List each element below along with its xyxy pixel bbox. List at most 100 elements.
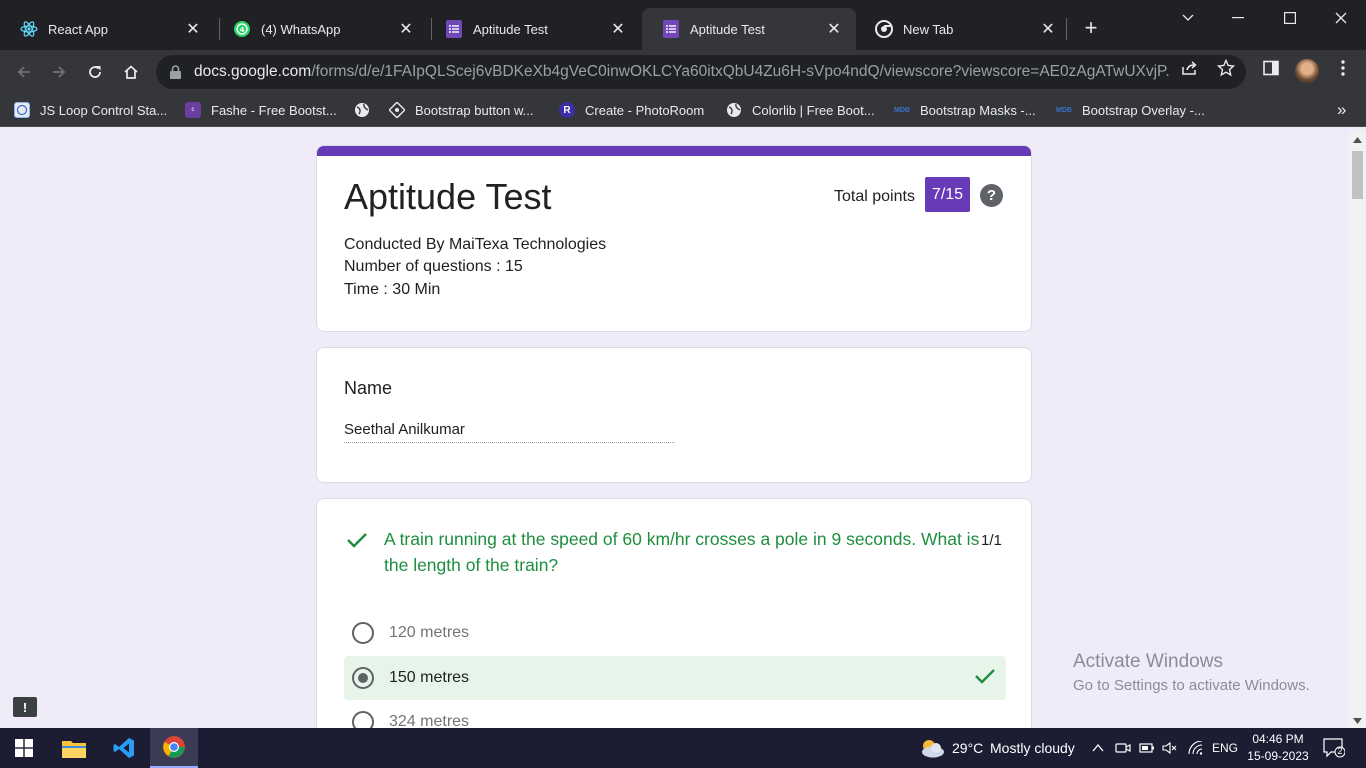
- tab-title: React App: [48, 21, 108, 37]
- option-row[interactable]: 120 metres: [344, 611, 1006, 655]
- page-scrollbar[interactable]: [1349, 131, 1366, 728]
- form-description-line: Conducted By MaiTexa Technologies: [344, 236, 607, 253]
- language-indicator[interactable]: ENG: [1212, 728, 1238, 768]
- form-header-card: Aptitude Test Total points 7/15 ? Conduc…: [316, 145, 1032, 332]
- svg-text:4: 4: [240, 26, 245, 34]
- bookmark-star-icon[interactable]: [1216, 58, 1236, 78]
- bookmarks-bar: JS Loop Control Sta... c Fashe - Free Bo…: [0, 94, 1366, 127]
- menu-kebab-icon[interactable]: [1333, 58, 1353, 78]
- google-forms-icon: [662, 20, 680, 38]
- tab-new-tab[interactable]: New Tab ✕: [855, 8, 1070, 50]
- radio-button-selected[interactable]: [352, 667, 374, 689]
- name-answer: Seethal Anilkumar: [344, 421, 465, 438]
- forward-arrow-icon[interactable]: [45, 58, 73, 86]
- bookmark-label: Fashe - Free Bootst...: [211, 102, 337, 118]
- bookmark-label: JS Loop Control Sta...: [40, 102, 168, 118]
- share-icon[interactable]: [1180, 58, 1200, 78]
- browser-toolbar: docs.google.com/forms/d/e/1FAIpQLScej6vB…: [0, 50, 1366, 94]
- meet-now-icon[interactable]: [1114, 739, 1132, 757]
- notification-count: 2: [1337, 746, 1343, 756]
- bookmark-bootstrap-button[interactable]: Bootstrap button w...: [389, 99, 534, 121]
- tab-aptitude-test-1[interactable]: Aptitude Test ✕: [425, 8, 640, 50]
- scroll-thumb[interactable]: [1352, 151, 1363, 199]
- lock-icon[interactable]: [170, 65, 184, 79]
- chrome-taskbar-icon[interactable]: [150, 728, 198, 768]
- scroll-up-icon[interactable]: [1353, 137, 1362, 143]
- reload-icon[interactable]: [81, 58, 109, 86]
- mdb-icon: MDB: [894, 106, 910, 114]
- bookmark-bootstrap-overlay[interactable]: MDB Bootstrap Overlay -...: [1056, 99, 1205, 121]
- home-icon[interactable]: [117, 58, 145, 86]
- question-card: A train running at the speed of 60 km/hr…: [316, 498, 1032, 728]
- question-text: A train running at the speed of 60 km/hr…: [384, 529, 980, 575]
- tab-title: New Tab: [903, 21, 954, 37]
- close-tab-icon[interactable]: ✕: [396, 19, 416, 39]
- close-window-icon[interactable]: [1316, 0, 1366, 36]
- close-tab-icon[interactable]: ✕: [608, 19, 628, 39]
- bookmark-photoroom[interactable]: R Create - PhotoRoom: [559, 99, 704, 121]
- notifications-icon[interactable]: 2: [1323, 738, 1346, 758]
- minimize-icon[interactable]: [1213, 0, 1263, 36]
- activate-windows-watermark: Activate Windows Go to Settings to activ…: [1073, 651, 1310, 694]
- bookmark-fashe[interactable]: c Fashe - Free Bootst...: [185, 99, 337, 121]
- clock-time: 04:46 PM: [1252, 732, 1304, 746]
- browser-tab-strip: React App ✕ 4 (4) WhatsApp ✕ Aptitude Te…: [0, 0, 1366, 50]
- volume-muted-icon[interactable]: [1161, 739, 1179, 757]
- maximize-icon[interactable]: [1265, 0, 1315, 36]
- option-row-correct[interactable]: 150 metres: [344, 656, 1006, 700]
- form-description-line: Time : 30 Min: [344, 281, 441, 298]
- wifi-icon[interactable]: [1187, 739, 1205, 757]
- file-explorer-icon[interactable]: [50, 728, 98, 768]
- chrome-icon: [875, 20, 893, 38]
- tab-aptitude-test-active[interactable]: Aptitude Test ✕: [642, 8, 856, 50]
- bookmark-globe[interactable]: [354, 99, 380, 121]
- weather-cloud-icon[interactable]: [917, 728, 947, 768]
- bookmark-colorlib[interactable]: Colorlib | Free Boot...: [726, 99, 875, 121]
- question-score: 1/1: [981, 532, 1002, 549]
- tab-react-app[interactable]: React App ✕: [0, 8, 215, 50]
- bookmark-label: Bootstrap button w...: [415, 102, 534, 118]
- vscode-icon[interactable]: [100, 728, 148, 768]
- battery-icon[interactable]: [1138, 739, 1156, 757]
- side-panel-icon[interactable]: [1261, 58, 1281, 78]
- chevron-up-icon[interactable]: [1089, 739, 1107, 757]
- activate-subtitle: Go to Settings to activate Windows.: [1073, 677, 1310, 694]
- option-label: 120 metres: [389, 624, 470, 641]
- page-content: Aptitude Test Total points 7/15 ? Conduc…: [0, 131, 1366, 728]
- windows-start-icon[interactable]: [0, 728, 48, 768]
- close-tab-icon[interactable]: ✕: [183, 19, 203, 39]
- tab-search-icon[interactable]: [1163, 0, 1213, 36]
- correct-check-icon: [346, 531, 368, 554]
- more-bookmarks-button[interactable]: »: [1337, 99, 1346, 121]
- activate-title: Activate Windows: [1073, 651, 1223, 672]
- question-title: Name: [344, 378, 393, 398]
- bookmark-label: Bootstrap Overlay -...: [1082, 102, 1205, 118]
- profile-avatar[interactable]: [1295, 59, 1319, 83]
- bookmark-js-loop[interactable]: JS Loop Control Sta...: [14, 99, 167, 121]
- total-points-label: Total points: [834, 188, 915, 205]
- bookmark-favicon-icon: [14, 102, 30, 118]
- react-icon: [20, 20, 38, 38]
- google-forms-icon: [445, 20, 463, 38]
- close-tab-icon[interactable]: ✕: [1038, 19, 1058, 39]
- system-clock[interactable]: 04:46 PM 15-09-2023: [1244, 731, 1312, 765]
- weather-temperature[interactable]: 29°C: [952, 728, 983, 768]
- scroll-down-icon[interactable]: [1353, 718, 1362, 724]
- new-tab-button[interactable]: +: [1080, 17, 1102, 40]
- back-arrow-icon[interactable]: [10, 58, 38, 86]
- weather-description[interactable]: Mostly cloudy: [990, 728, 1075, 768]
- tab-whatsapp[interactable]: 4 (4) WhatsApp ✕: [213, 8, 428, 50]
- colorlib-icon: c: [185, 102, 201, 118]
- help-icon[interactable]: ?: [980, 184, 1003, 207]
- photoroom-icon: R: [559, 102, 575, 118]
- address-bar[interactable]: docs.google.com/forms/d/e/1FAIpQLScej6vB…: [156, 55, 1246, 89]
- radio-button[interactable]: [352, 622, 374, 644]
- feedback-icon[interactable]: !: [13, 697, 37, 717]
- form-title: Aptitude Test: [344, 176, 552, 217]
- url-host: docs.google.com: [194, 63, 312, 80]
- option-label: 150 metres: [389, 669, 470, 686]
- radio-button[interactable]: [352, 711, 374, 728]
- bookmark-bootstrap-masks[interactable]: MDB Bootstrap Masks -...: [894, 99, 1036, 121]
- close-tab-icon[interactable]: ✕: [824, 19, 844, 39]
- option-row[interactable]: 324 metres: [344, 700, 1006, 728]
